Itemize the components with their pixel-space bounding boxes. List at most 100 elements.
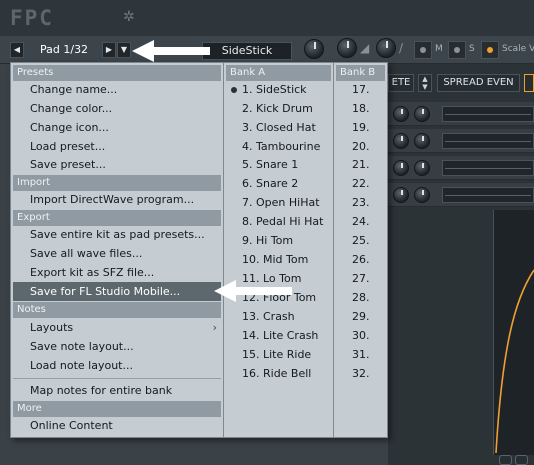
map-notes-item[interactable]: Map notes for entire bank: [13, 381, 221, 400]
bank-a-item[interactable]: 15. Lite Ride: [226, 345, 331, 364]
load-preset-item[interactable]: Load preset...: [13, 137, 221, 156]
spread-even-button[interactable]: SPREAD EVEN: [437, 74, 520, 92]
arrow-left-icon: ◀: [13, 45, 21, 54]
change-color-item[interactable]: Change color...: [13, 99, 221, 118]
menu-separator: [13, 378, 221, 379]
bank-b-item[interactable]: 18.: [336, 99, 385, 118]
bank-b-item[interactable]: 22.: [336, 174, 385, 193]
bank-b-item[interactable]: 23.: [336, 193, 385, 212]
change-icon-item[interactable]: Change icon...: [13, 118, 221, 137]
bank-b-item[interactable]: 25.: [336, 231, 385, 250]
bank-b-column: Bank B 17. 18. 19. 20. 21. 22. 23. 24. 2…: [333, 63, 387, 437]
sample-name-display[interactable]: SideStick: [202, 42, 292, 60]
export-sfz-item[interactable]: Export kit as SFZ file...: [13, 263, 221, 282]
updown-spinner[interactable]: ▲ ▼: [418, 74, 432, 92]
section-more: More: [13, 401, 221, 417]
bank-b-item[interactable]: 24.: [336, 212, 385, 231]
mute-label: M: [435, 44, 443, 54]
mute-toggle[interactable]: [414, 41, 432, 59]
bank-a-item[interactable]: 1. SideStick: [226, 80, 331, 99]
bank-b-item[interactable]: 17.: [336, 80, 385, 99]
bank-a-item[interactable]: 5. Snare 1: [226, 155, 331, 174]
pad-menu-button[interactable]: ▼: [117, 42, 131, 58]
layer-knob[interactable]: [414, 187, 430, 203]
layer-knob[interactable]: [393, 187, 409, 203]
layer-knob[interactable]: [414, 106, 430, 122]
section-import: Import: [13, 175, 221, 191]
bank-a-item[interactable]: 7. Open HiHat: [226, 193, 331, 212]
bank-a-item[interactable]: 14. Lite Crash: [226, 326, 331, 345]
orange-toggle[interactable]: [524, 74, 534, 92]
layer-knob[interactable]: [393, 133, 409, 149]
bank-a-item[interactable]: 8. Pedal Hi Hat: [226, 212, 331, 231]
velocity-curve: [495, 269, 534, 454]
layer-wave-bar[interactable]: [442, 187, 534, 203]
solo-label: S: [469, 44, 475, 54]
bank-a-item[interactable]: 4. Tambourine: [226, 137, 331, 156]
pad-label: Pad 1/32: [40, 43, 89, 56]
bank-a-item[interactable]: 13. Crash: [226, 307, 331, 326]
bank-b-item[interactable]: 27.: [336, 269, 385, 288]
save-kit-presets-item[interactable]: Save entire kit as pad presets...: [13, 225, 221, 244]
chevron-down-icon: ▼: [120, 45, 128, 54]
gear-icon[interactable]: ✲: [123, 9, 135, 25]
bank-b-item[interactable]: 31.: [336, 345, 385, 364]
annotation-arrow-icon: [132, 40, 210, 62]
graph-mode-button[interactable]: [499, 455, 512, 465]
knob-link-icon: /: [399, 41, 404, 55]
bank-a-item[interactable]: 16. Ride Bell: [226, 364, 331, 383]
bank-a-item[interactable]: 3. Closed Hat: [226, 118, 331, 137]
bank-b-item[interactable]: 32.: [336, 364, 385, 383]
radio-selected-icon: [231, 87, 237, 93]
online-content-item[interactable]: Online Content: [13, 416, 221, 435]
menu-actions-column: Presets Change name... Change color... C…: [11, 63, 223, 437]
save-note-layout-item[interactable]: Save note layout...: [13, 337, 221, 356]
scale-velocity-toggle[interactable]: [481, 41, 499, 59]
bank-b-item[interactable]: 21.: [336, 155, 385, 174]
layer-knob[interactable]: [393, 160, 409, 176]
bank-b-header: Bank B: [336, 65, 385, 81]
section-notes: Notes: [13, 302, 221, 318]
section-export: Export: [13, 210, 221, 226]
chevron-right-icon: ›: [212, 321, 217, 334]
layer-wave-bar[interactable]: [442, 106, 534, 122]
bank-b-item[interactable]: 19.: [336, 118, 385, 137]
next-pad-button[interactable]: ▶: [102, 42, 116, 58]
solo-toggle[interactable]: [448, 41, 466, 59]
volume-knob[interactable]: [304, 39, 324, 59]
partial-button[interactable]: ETE: [388, 74, 414, 92]
layer-knob[interactable]: [414, 133, 430, 149]
save-wave-files-item[interactable]: Save all wave files...: [13, 244, 221, 263]
bank-a-item[interactable]: 10. Mid Tom: [226, 250, 331, 269]
bank-b-item[interactable]: 29.: [336, 307, 385, 326]
load-note-layout-item[interactable]: Load note layout...: [13, 356, 221, 375]
section-presets: Presets: [13, 65, 221, 81]
bank-b-item[interactable]: 28.: [336, 288, 385, 307]
app-header: FPC ✲: [0, 0, 534, 36]
save-preset-item[interactable]: Save preset...: [13, 155, 221, 174]
pad-context-menu: Presets Change name... Change color... C…: [10, 62, 388, 438]
import-directwave-item[interactable]: Import DirectWave program...: [13, 190, 221, 209]
graph-mode-button[interactable]: [515, 455, 528, 465]
layouts-item[interactable]: Layouts ›: [13, 318, 221, 337]
scale-velocity-label: Scale V: [502, 44, 534, 54]
layer-wave-bar[interactable]: [442, 160, 534, 176]
layer-wave-bar[interactable]: [442, 133, 534, 149]
annotation-arrow-icon: [214, 280, 292, 302]
change-name-item[interactable]: Change name...: [13, 80, 221, 99]
velocity-curve-graph[interactable]: [493, 210, 534, 455]
bank-b-item[interactable]: 26.: [336, 250, 385, 269]
bank-b-item[interactable]: 30.: [336, 326, 385, 345]
bank-a-item[interactable]: 6. Snare 2: [226, 174, 331, 193]
scale-led-icon: [487, 47, 493, 53]
fpc-logo: FPC: [10, 6, 54, 30]
layer-knob[interactable]: [393, 106, 409, 122]
save-fl-mobile-item[interactable]: Save for FL Studio Mobile...: [13, 282, 221, 301]
bank-b-item[interactable]: 20.: [336, 137, 385, 156]
prev-pad-button[interactable]: ◀: [10, 42, 24, 58]
pitch-knob[interactable]: [376, 38, 396, 58]
pan-knob[interactable]: [337, 38, 357, 58]
bank-a-item[interactable]: 2. Kick Drum: [226, 99, 331, 118]
bank-a-item[interactable]: 9. Hi Tom: [226, 231, 331, 250]
layer-knob[interactable]: [414, 160, 430, 176]
